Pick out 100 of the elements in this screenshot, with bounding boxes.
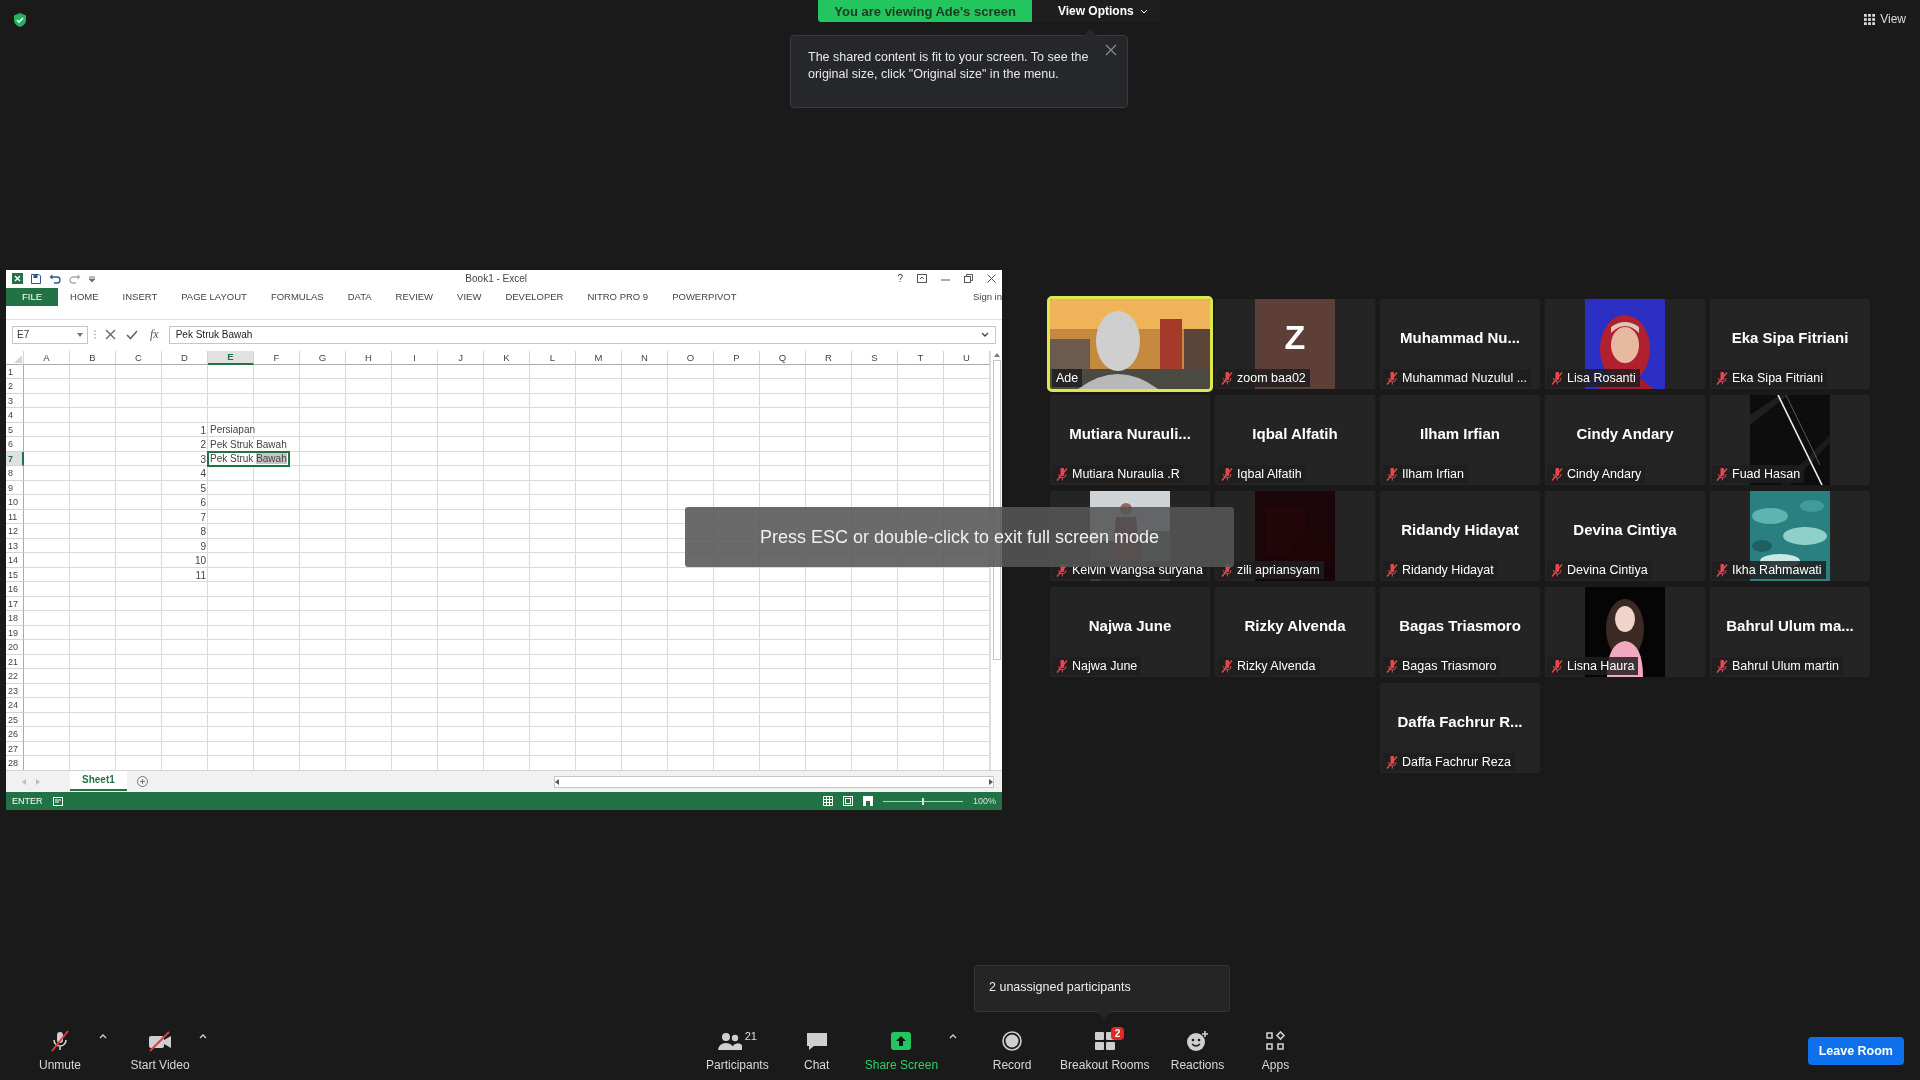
row-header[interactable]: 20 <box>6 640 24 655</box>
row-header[interactable]: 12 <box>6 524 24 539</box>
participant-tile[interactable]: Iqbal Alfatih Iqbal Alfatih <box>1215 395 1375 485</box>
page-layout-icon[interactable] <box>842 796 853 806</box>
participant-tile[interactable]: Eka Sipa Fitriani Eka Sipa Fitriani <box>1710 299 1870 389</box>
ribbon-tab[interactable]: NITRO PRO 9 <box>575 287 661 306</box>
participant-tile[interactable]: Fuad Hasan <box>1710 395 1870 485</box>
row-header[interactable]: 2 <box>6 379 24 394</box>
view-options-button[interactable]: View Options <box>1031 0 1160 22</box>
ribbon-tab[interactable]: FILE <box>6 287 59 306</box>
row-header[interactable]: 6 <box>6 437 24 452</box>
column-header[interactable]: P <box>714 350 760 365</box>
participant-tile[interactable]: Lisa Rosanti <box>1545 299 1705 389</box>
leave-room-button[interactable]: Leave Room <box>1807 1037 1904 1065</box>
close-icon[interactable] <box>1105 44 1117 56</box>
save-icon[interactable] <box>31 274 41 284</box>
toolbar-button[interactable]: 2 Breakout Rooms <box>1052 1030 1158 1072</box>
row-header[interactable]: 16 <box>6 582 24 597</box>
sign-in-link[interactable]: Sign in <box>972 291 1002 303</box>
ribbon-tab[interactable]: DEVELOPER <box>493 287 576 306</box>
column-header[interactable]: H <box>346 350 392 365</box>
toolbar-button[interactable]: Chat <box>778 1030 855 1072</box>
column-header[interactable]: I <box>392 350 438 365</box>
ribbon-tab[interactable]: VIEW <box>445 287 494 306</box>
horizontal-scrollbar[interactable] <box>554 775 994 788</box>
column-header[interactable]: T <box>898 350 944 365</box>
undo-icon[interactable] <box>49 274 61 284</box>
column-header[interactable]: R <box>806 350 852 365</box>
participant-tile[interactable]: Mutiara Nurauli... Mutiara Nuraulia .R <box>1050 395 1210 485</box>
ribbon-tab[interactable]: FORMULAS <box>258 287 336 306</box>
ribbon-tab[interactable]: DATA <box>335 287 384 306</box>
options-caret-button[interactable] <box>948 1032 959 1040</box>
toolbar-button[interactable]: Apps <box>1237 1030 1314 1072</box>
participant-tile[interactable]: Bahrul Ulum ma... Bahrul Ulum martin <box>1710 587 1870 677</box>
sheet-tab[interactable]: Sheet1 <box>70 770 127 791</box>
restore-icon[interactable] <box>964 274 973 284</box>
options-caret-button[interactable] <box>98 1032 108 1040</box>
toolbar-button[interactable]: Unmute <box>22 1030 98 1072</box>
column-header[interactable]: G <box>300 350 346 365</box>
row-header[interactable]: 24 <box>6 698 24 713</box>
column-header[interactable]: Q <box>760 350 806 365</box>
column-header[interactable]: O <box>668 350 714 365</box>
insert-function-button[interactable]: fx <box>146 327 163 343</box>
ribbon-tab[interactable]: HOME <box>58 287 111 306</box>
column-header[interactable]: M <box>576 350 622 365</box>
participant-tile[interactable]: Ilham Irfian Ilham Irfian <box>1380 395 1540 485</box>
row-header[interactable]: 4 <box>6 408 24 423</box>
formula-field[interactable]: Pek Struk Bawah <box>168 325 996 344</box>
row-header[interactable]: 18 <box>6 611 24 626</box>
ribbon-tab[interactable]: PAGE LAYOUT <box>169 287 259 306</box>
row-header[interactable]: 14 <box>6 553 24 568</box>
toolbar-button[interactable]: Reactions <box>1159 1030 1236 1072</box>
ribbon-tab[interactable]: REVIEW <box>383 287 446 306</box>
toolbar-button[interactable]: Record <box>974 1030 1051 1072</box>
column-header[interactable]: F <box>254 350 300 365</box>
row-header[interactable]: 22 <box>6 669 24 684</box>
column-header[interactable]: J <box>438 350 484 365</box>
view-button[interactable]: View <box>1864 12 1906 26</box>
participant-tile[interactable]: Rizky Alvenda Rizky Alvenda <box>1215 587 1375 677</box>
row-header[interactable]: 10 <box>6 495 24 510</box>
column-header[interactable]: K <box>484 350 530 365</box>
normal-view-icon[interactable] <box>822 796 833 806</box>
page-break-icon[interactable] <box>862 796 873 806</box>
close-icon[interactable] <box>987 274 996 284</box>
toolbar-button[interactable]: 21 Participants <box>698 1030 777 1072</box>
row-header[interactable]: 26 <box>6 727 24 742</box>
ribbon-tab[interactable]: INSERT <box>110 287 170 306</box>
participant-tile[interactable]: Ikha Rahmawati <box>1710 491 1870 581</box>
ribbon-tab[interactable]: POWERPIVOT <box>660 287 749 306</box>
row-header[interactable]: 8 <box>6 466 24 481</box>
row-header[interactable]: 28 <box>6 756 24 771</box>
column-header[interactable]: L <box>530 350 576 365</box>
participant-tile[interactable]: Ade <box>1050 299 1210 389</box>
column-header[interactable]: U <box>944 350 990 365</box>
column-header[interactable]: N <box>622 350 668 365</box>
participant-tile[interactable]: Cindy Andary Cindy Andary <box>1545 395 1705 485</box>
toolbar-button[interactable]: Start Video <box>122 1030 198 1072</box>
help-button[interactable]: ? <box>897 273 903 285</box>
name-box[interactable]: E7 <box>12 325 88 344</box>
column-header[interactable]: D <box>162 350 208 365</box>
participant-tile[interactable]: Daffa Fachrur R... Daffa Fachrur Reza <box>1380 683 1540 773</box>
column-header[interactable]: B <box>70 350 116 365</box>
slider-thumb[interactable] <box>921 797 924 805</box>
participant-tile[interactable]: Devina Cintiya Devina Cintiya <box>1545 491 1705 581</box>
add-sheet-icon[interactable] <box>136 776 148 788</box>
participant-tile[interactable]: zili apriansyam <box>1215 491 1375 581</box>
participant-tile[interactable]: Z zoom baa02 <box>1215 299 1375 389</box>
customize-icon[interactable] <box>89 276 95 282</box>
participant-tile[interactable]: Lisna Haura <box>1545 587 1705 677</box>
column-header[interactable]: C <box>116 350 162 365</box>
participant-tile[interactable]: Ridandy Hidayat Ridandy Hidayat <box>1380 491 1540 581</box>
column-header[interactable]: A <box>24 350 70 365</box>
column-header[interactable]: E <box>208 350 254 365</box>
options-caret-button[interactable] <box>198 1032 208 1040</box>
participant-tile[interactable]: Bagas Triasmoro Bagas Triasmoro <box>1380 587 1540 677</box>
column-header[interactable]: S <box>852 350 898 365</box>
participant-tile[interactable]: Muhammad Nu... Muhammad Nuzulul ... <box>1380 299 1540 389</box>
toolbar-button[interactable]: Share Screen <box>856 1030 947 1072</box>
ribbon-display-icon[interactable] <box>917 274 927 284</box>
participant-tile[interactable]: Najwa June Najwa June <box>1050 587 1210 677</box>
